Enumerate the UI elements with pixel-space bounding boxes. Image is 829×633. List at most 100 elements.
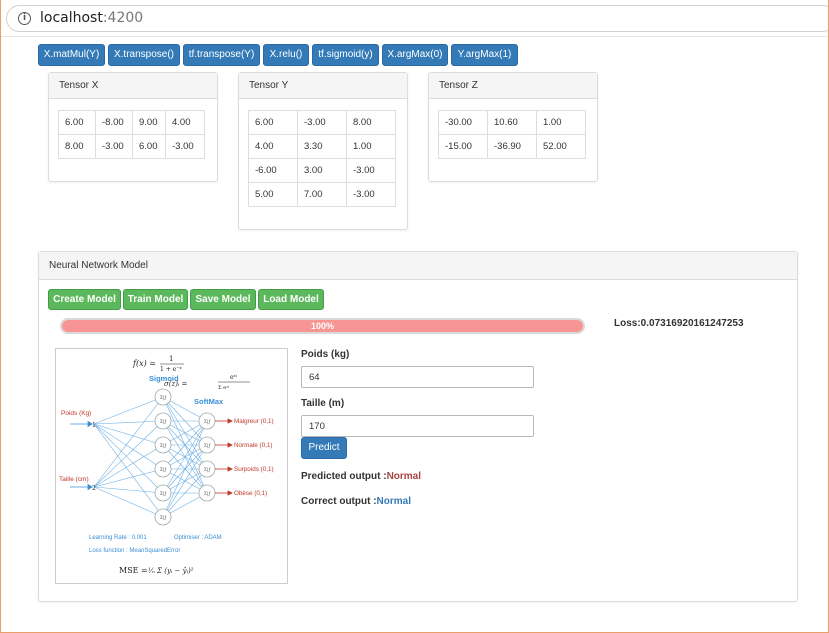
correct-output-value: Normal [376,496,411,507]
train-model-button[interactable]: Train Model [123,289,188,310]
table-cell: -6.00 [248,158,298,183]
matmul-button[interactable]: X.matMul(Y) [38,44,105,66]
table-cell: 8.00 [346,110,396,135]
svg-text:Σ|ƒ: Σ|ƒ [204,491,211,497]
loss-readout: Loss:0.07316920161247253 [614,318,744,329]
model-panel-title: Neural Network Model [39,252,797,280]
formula-denominator: 1 + e⁻ˣ [160,366,182,373]
browser-bar: i localhost:4200 [0,0,829,37]
save-model-button[interactable]: Save Model [190,289,256,310]
predict-button[interactable]: Predict [301,437,347,459]
tf-transpose-button[interactable]: tf.transpose(Y) [183,44,260,66]
table-row: 8.00 -3.00 6.00 -3.00 [58,134,205,159]
load-model-button[interactable]: Load Model [258,289,324,310]
table-row: -30.00 10.60 1.00 [438,110,586,135]
table-cell: 6.00 [132,134,166,159]
table-row: -6.00 3.00 -3.00 [248,158,396,183]
table-cell: -30.00 [438,110,488,135]
create-model-button[interactable]: Create Model [48,289,121,310]
argmax-1-button[interactable]: Y.argMax(1) [451,44,518,66]
svg-text:Σ|ƒ: Σ|ƒ [160,395,167,401]
table-cell: -8.00 [95,110,133,135]
table-cell: 9.00 [132,110,166,135]
mse-formula: ¹⁄ₙ Σ (yᵢ − ŷᵢ)² [148,567,194,575]
tensor-x-title: Tensor X [49,73,217,99]
table-cell: -3.00 [346,158,396,183]
tensor-x-table: 6.00 -8.00 9.00 4.00 8.00 -3.00 6.00 -3.… [58,110,205,159]
learning-rate-text: Learning Rate : 0.001 [89,535,147,541]
weight-input[interactable] [301,366,534,388]
table-cell: -3.00 [297,110,347,135]
sigmoid-formula-label: f(x) = [132,359,156,368]
tensor-z-title: Tensor Z [429,73,597,99]
table-row: 4.00 3.30 1.00 [248,134,396,159]
table-cell: 10.60 [487,110,537,135]
svg-text:Σ|ƒ: Σ|ƒ [160,515,167,521]
svg-text:Σ|ƒ: Σ|ƒ [160,491,167,497]
softmax-title: SoftMax [194,397,224,406]
table-cell: 6.00 [248,110,298,135]
output-label-normale: Normale (0,1) [234,442,273,449]
table-cell: -15.00 [438,134,488,159]
network-diagram-svg: f(x) = 1 1 + e⁻ˣ Sigmoid σ(z)ᵢ = eᶻⁱ Σ e… [59,355,274,575]
table-row: -15.00 -36.90 52.00 [438,134,586,159]
correct-output: Correct output :Normal [301,496,411,507]
output-label-obese: Obèse (0,1) [234,490,267,497]
table-cell: 4.00 [248,134,298,159]
height-input[interactable] [301,415,534,437]
output-label-maigreur: Maigreur (0,1) [234,418,274,425]
connections [93,396,208,518]
table-cell: 1.00 [346,134,396,159]
softmax-formula: σ(z)ᵢ = [164,380,188,388]
optimizer-text: Optimiser : ADAM [174,535,222,541]
predicted-output: Predicted output :Normal [301,471,421,482]
svg-text:Σ|ƒ: Σ|ƒ [204,467,211,473]
table-cell: 1.00 [536,110,586,135]
table-cell: 5.00 [248,182,298,207]
tensor-z-table: -30.00 10.60 1.00 -15.00 -36.90 52.00 [438,110,586,159]
table-cell: 3.30 [297,134,347,159]
softmax-denominator: Σ eᶻʲ [218,385,230,391]
input-weight-label: Poids (Kg) [61,410,91,417]
table-cell: 7.00 [297,182,347,207]
svg-text:Σ|ƒ: Σ|ƒ [160,467,167,473]
weight-label: Poids (kg) [301,349,350,360]
output-nodes [198,412,216,502]
svg-text:Σ|ƒ: Σ|ƒ [160,443,167,449]
network-diagram: f(x) = 1 1 + e⁻ˣ Sigmoid σ(z)ᵢ = eᶻⁱ Σ e… [55,348,288,584]
formula-numerator: 1 [169,355,173,363]
correct-output-label: Correct output : [301,496,377,507]
input-height-label: Taille (cm) [59,476,89,483]
table-row: 5.00 7.00 -3.00 [248,182,396,207]
table-cell: 6.00 [58,110,96,135]
sigmoid-button[interactable]: tf.sigmoid(y) [312,44,379,66]
table-cell: -3.00 [346,182,396,207]
tensor-y-title: Tensor Y [239,73,407,99]
tensor-y-table: 6.00 -3.00 8.00 4.00 3.30 1.00 -6.00 3.0… [248,110,396,207]
table-cell: -36.90 [487,134,537,159]
input-node-2: 2 [92,485,96,492]
height-label: Taille (m) [301,398,345,409]
svg-text:Σ|ƒ: Σ|ƒ [204,443,211,449]
training-progress-bar: 100% [60,318,585,334]
progress-fill: 100% [62,320,583,332]
loss-function-text: Loss function : MeanSquaredError [89,548,180,554]
info-icon[interactable]: i [18,12,31,25]
svg-text:Σ|ƒ: Σ|ƒ [160,419,167,425]
table-cell: 4.00 [165,110,205,135]
relu-button[interactable]: X.relu() [263,44,309,66]
svg-text:Σ|ƒ: Σ|ƒ [204,419,211,425]
table-row: 6.00 -3.00 8.00 [248,110,396,135]
argmax-0-button[interactable]: X.argMax(0) [382,44,448,66]
table-row: 6.00 -8.00 9.00 4.00 [58,110,205,135]
table-cell: -3.00 [165,134,205,159]
softmax-numerator: eᶻⁱ [230,374,238,381]
predicted-output-label: Predicted output : [301,471,387,482]
predicted-output-value: Normal [386,471,422,482]
transpose-button[interactable]: X.transpose() [108,44,180,66]
output-label-surpoids: Surpoids (0,1) [234,466,274,473]
table-cell: -3.00 [95,134,133,159]
mse-label: MSE = [119,566,148,575]
address-bar[interactable]: i localhost:4200 [6,5,829,32]
input-node-1: 1 [92,422,96,429]
